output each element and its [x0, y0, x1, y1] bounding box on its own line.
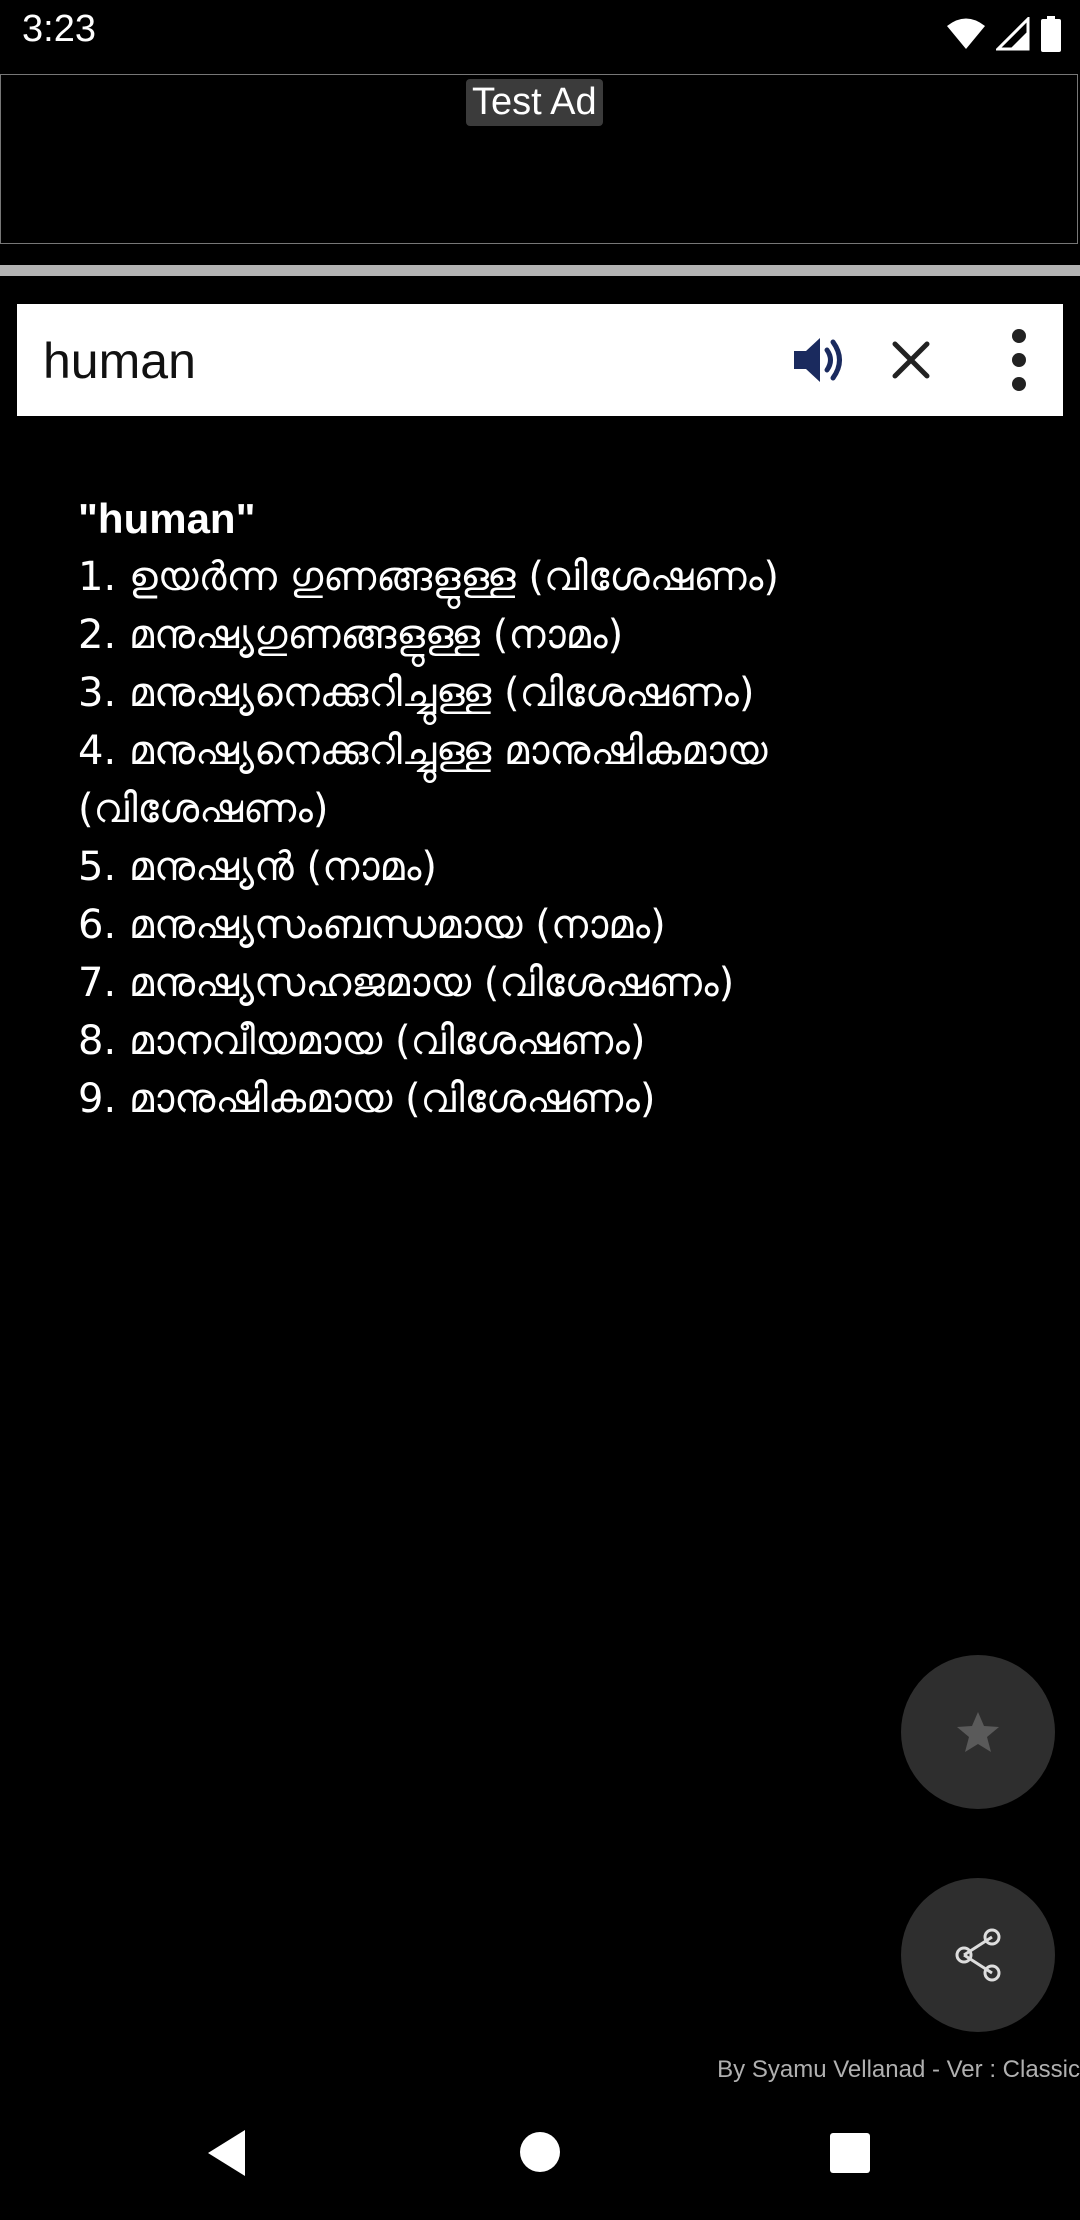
close-icon[interactable]	[883, 332, 939, 388]
list-item: 6. മനുഷ്യസംബന്ധമായ (നാമം)	[78, 902, 666, 948]
footer-credit: By Syamu Vellanad - Ver : Classic	[717, 2056, 1080, 2083]
search-input[interactable]: human	[43, 332, 196, 390]
recents-icon[interactable]	[829, 2132, 871, 2174]
divider	[0, 265, 1080, 276]
speaker-icon[interactable]	[790, 330, 850, 390]
list-item: 7. മനുഷ്യസഹജമായ (വിശേഷണം)	[78, 960, 735, 1006]
list-item: 8. മാനവീയമായ (വിശേഷണം)	[78, 1018, 646, 1064]
signal-icon	[996, 17, 1030, 51]
wifi-icon	[947, 18, 985, 49]
list-item: 3. മനുഷ്യനെക്കുറിച്ചുള്ള (വിശേഷണം)	[78, 670, 755, 716]
list-item: 2. മനുഷ്യഗുണങ്ങളുള്ള (നാമം)	[78, 612, 624, 658]
results-panel: "human" 1. ഉയർന്ന ഗുണങ്ങളുള്ള (വിശേഷണം) …	[78, 490, 1018, 1128]
home-icon[interactable]	[519, 2131, 561, 2173]
list-item: 5. മനുഷ്യൻ (നാമം)	[78, 844, 437, 890]
search-bar: human	[17, 304, 1063, 416]
more-vert-icon[interactable]	[991, 326, 1047, 394]
star-icon	[957, 1712, 999, 1752]
results-title: "human"	[78, 495, 256, 542]
list-item: 9. മാനുഷികമായ (വിശേഷണം)	[78, 1076, 656, 1122]
share-icon	[955, 1928, 1001, 1982]
list-item: 4. മനുഷ്യനെക്കുറിച്ചുള്ള മാനുഷികമായ (വിശ…	[78, 728, 768, 832]
status-bar: 3:23	[0, 0, 1080, 70]
favorite-button[interactable]	[901, 1655, 1055, 1809]
results-list: 1. ഉയർന്ന ഗുണങ്ങളുള്ള (വിശേഷണം) 2. മനുഷ്…	[78, 548, 1018, 1128]
status-time: 3:23	[22, 8, 96, 50]
battery-icon	[1041, 16, 1061, 52]
back-icon[interactable]	[205, 2128, 249, 2178]
share-button[interactable]	[901, 1878, 1055, 2032]
list-item: 1. ഉയർന്ന ഗുണങ്ങളുള്ള (വിശേഷണം)	[78, 554, 779, 600]
ad-label: Test Ad	[466, 79, 603, 126]
status-icons	[946, 14, 1062, 54]
navigation-bar	[0, 2100, 1080, 2220]
ad-banner[interactable]: Test Ad	[0, 74, 1078, 244]
